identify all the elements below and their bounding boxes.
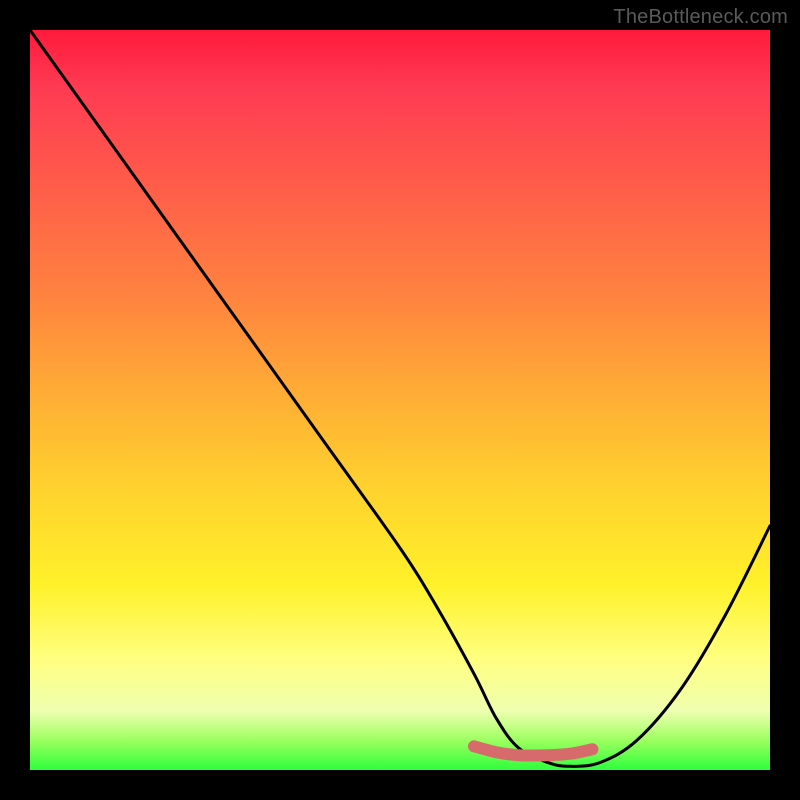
plot-area bbox=[30, 30, 770, 770]
flat-bottom-highlight bbox=[474, 746, 592, 755]
chart-frame: TheBottleneck.com bbox=[0, 0, 800, 800]
watermark-text: TheBottleneck.com bbox=[613, 6, 788, 29]
curve-overlay bbox=[30, 30, 770, 770]
bottleneck-curve bbox=[30, 30, 770, 766]
